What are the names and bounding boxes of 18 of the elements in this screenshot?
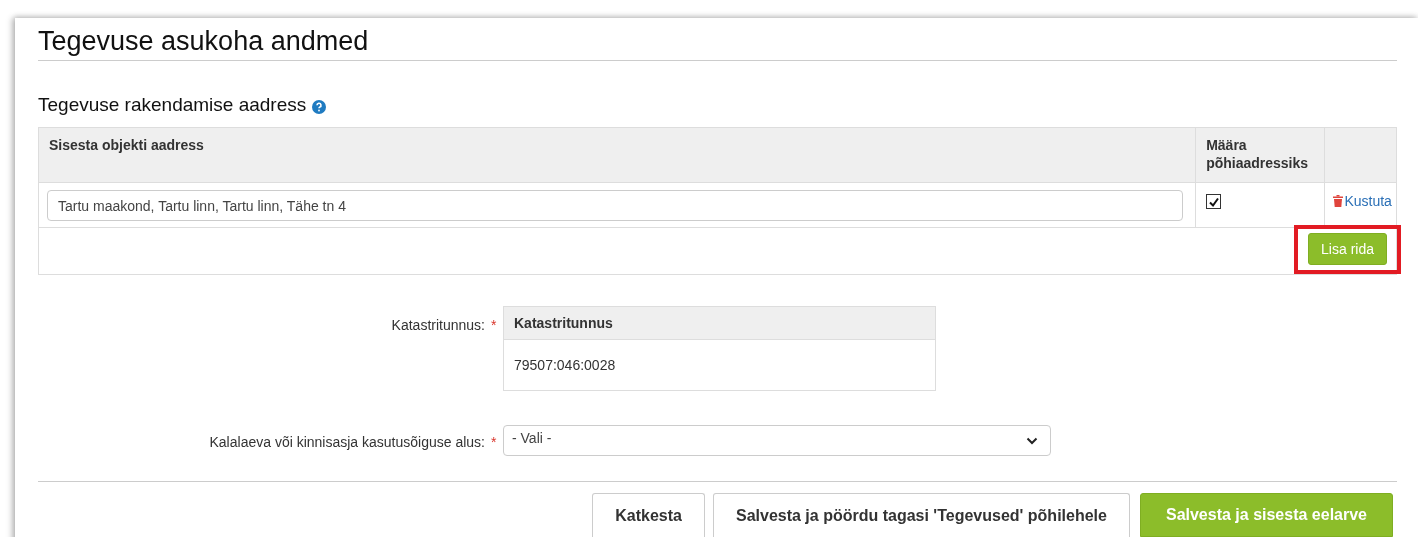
- field-label: Kalalaeva või kinnisasja kasutusõiguse alus:: [209, 434, 485, 450]
- page-title: Tegevuse asukoha andmed: [38, 26, 1397, 61]
- select-field[interactable]: - Vali -: [503, 425, 1051, 456]
- address-field[interactable]: Tartu maakond, Tartu linn, Tartu linn, Tähe tn 4: [47, 190, 1183, 221]
- trash-icon: [1333, 195, 1344, 207]
- action-button[interactable]: Katkesta: [592, 493, 705, 537]
- required-mark: *: [491, 434, 498, 450]
- column-header: Määra põhiaadressiks: [1195, 127, 1325, 183]
- column-header: Sisesta objekti aadress: [38, 127, 1196, 183]
- section-heading: Tegevuse rakendamise aadress: [38, 94, 307, 116]
- checkbox[interactable]: [1206, 194, 1222, 209]
- column-header: Katastritunnus: [503, 306, 936, 340]
- action-button[interactable]: Salvesta ja pöördu tagasi 'Tegevused' põhilehele: [712, 493, 1130, 537]
- field-label: Katastritunnus:: [391, 317, 485, 333]
- required-mark: *: [491, 317, 498, 333]
- help-icon[interactable]: [312, 99, 327, 114]
- chevron-icon: [1026, 436, 1038, 445]
- table-cell: 79507:046:0028: [503, 339, 936, 391]
